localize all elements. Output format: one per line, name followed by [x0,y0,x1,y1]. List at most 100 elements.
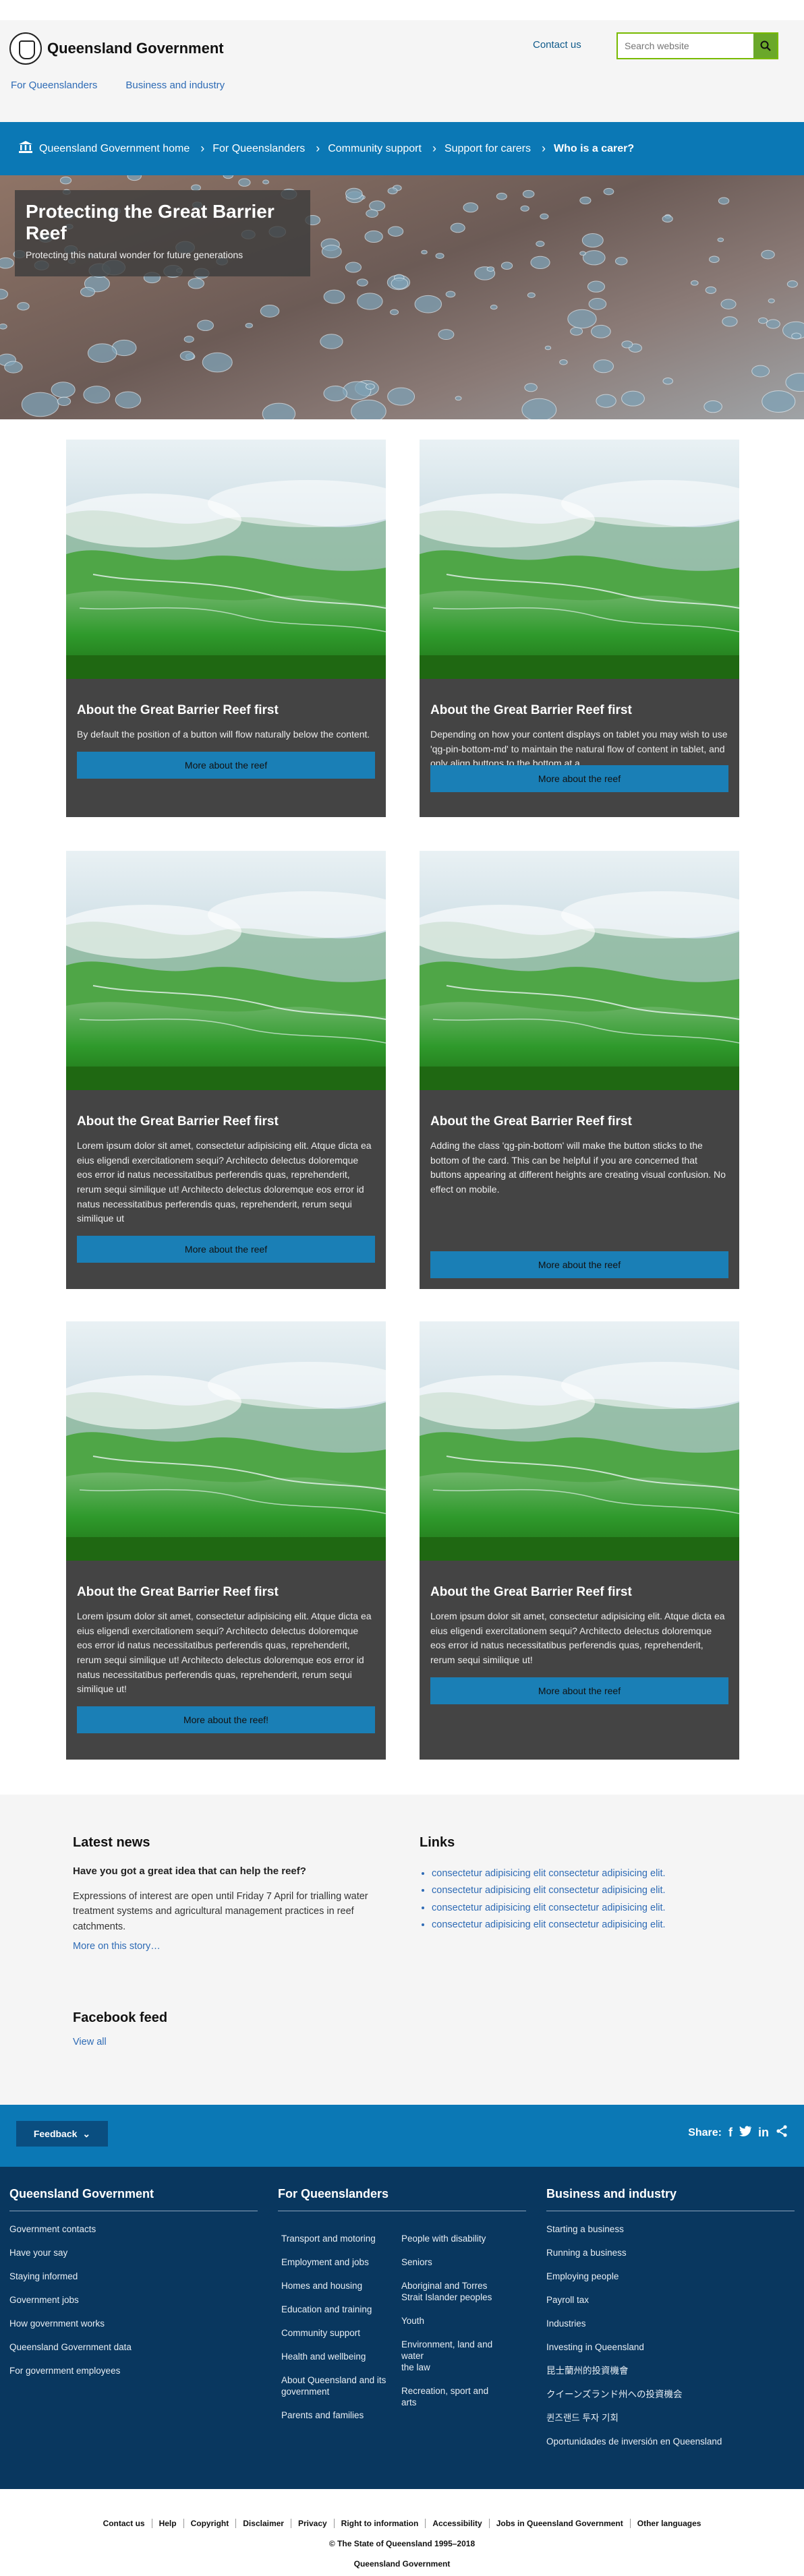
link-item[interactable]: consectetur adipisicing elit consectetur… [432,1865,730,1882]
hero-banner: Protecting the Great Barrier Reef Protec… [0,175,804,419]
footer-link[interactable]: For government employees [9,2365,258,2376]
footer-link[interactable]: Running a business [546,2247,795,2258]
water-droplet [197,320,214,331]
facebook-icon[interactable]: f [728,2126,733,2140]
footer-link[interactable]: Government contacts [9,2223,258,2235]
footer-link[interactable]: Staying informed [9,2271,258,2282]
water-droplet [223,175,234,179]
card-text: Lorem ipsum dolor sit amet, consectetur … [430,1611,725,1666]
footer-link[interactable]: 퀸즈랜드 투자 기회 [546,2412,795,2424]
linkedin-icon[interactable]: in [758,2126,769,2140]
link-item[interactable]: consectetur adipisicing elit consectetur… [432,1917,730,1934]
water-droplet [345,262,362,273]
bottom-link-disclaimer[interactable]: Disclaimer [236,2519,291,2528]
water-droplet [0,289,8,300]
footer-link[interactable]: Investing in Queensland [546,2341,795,2353]
footer-link[interactable]: Aboriginal and Torres Strait Islander pe… [401,2280,502,2303]
bottom-link-help[interactable]: Help [152,2519,184,2528]
twitter-icon[interactable] [739,2126,751,2140]
link-item[interactable]: consectetur adipisicing elit consectetur… [432,1900,730,1917]
footer-link[interactable]: Parents and families [281,2409,396,2421]
footer-link[interactable]: Youth [401,2315,502,2327]
water-droplet [435,253,444,260]
bottom-link-jobs[interactable]: Jobs in Queensland Government [490,2519,631,2528]
bottom-link-rti[interactable]: Right to information [335,2519,426,2528]
site-header: Queensland Government Contact us For Que… [0,20,804,122]
water-droplet [766,319,780,329]
nav-for-queenslanders[interactable]: For Queenslanders [11,80,97,91]
footer-link[interactable]: Education and training [281,2304,396,2315]
footer-link[interactable]: クイーンズランド州への投資機会 [546,2389,795,2400]
water-droplet [202,352,233,373]
more-on-story-link[interactable]: More on this story… [73,1941,383,1952]
footer-link[interactable]: Community support [281,2327,396,2339]
footer-link[interactable]: Payroll tax [546,2294,795,2306]
search-button[interactable] [753,34,777,58]
share-icon[interactable] [776,2125,788,2140]
news-question: Have you got a great idea that can help … [73,1865,306,1877]
card-title: About the Great Barrier Reef first [77,1585,279,1599]
water-droplet [621,390,645,407]
more-about-reef-button[interactable]: More about the reef [430,765,728,792]
card-image-green-valley [420,851,739,1090]
water-droplet [705,286,717,294]
footer-link[interactable]: Industries [546,2318,795,2329]
site-logo[interactable]: Queensland Government [9,32,224,65]
bottom-link-copyright[interactable]: Copyright [184,2519,237,2528]
footer-link[interactable]: Queensland Government data [9,2341,258,2353]
footer-link[interactable]: Government jobs [9,2294,258,2306]
breadcrumb-for-queenslanders[interactable]: For Queenslanders [212,143,305,155]
footer-link[interactable]: the law [401,2362,502,2373]
feedback-share-bar: Feedback ⌄ Share: f in [0,2105,804,2167]
card-title: About the Great Barrier Reef first [77,1114,279,1129]
more-about-reef-button[interactable]: More about the reef [77,1236,375,1263]
hero-title: Protecting the Great Barrier Reef [26,201,275,244]
footer-org-name: Queensland Government [353,2559,451,2569]
view-all-link[interactable]: View all [73,2037,167,2047]
footer-link[interactable]: Health and wellbeing [281,2351,396,2362]
footer-link[interactable]: Environment, land and water [401,2339,502,2362]
footer-link[interactable]: People with disability [401,2233,502,2244]
more-about-reef-button[interactable]: More about the reef [77,751,375,779]
card-text: Lorem ipsum dolor sit amet, consectetur … [77,1611,372,1695]
footer-link[interactable]: About Queensland and its government [281,2374,396,2397]
footer-link[interactable]: Employing people [546,2271,795,2282]
footer-link[interactable]: Employment and jobs [281,2256,396,2268]
water-droplet [596,394,616,408]
water-droplet [662,378,673,385]
bottom-link-accessibility[interactable]: Accessibility [426,2519,490,2528]
footer-link[interactable]: Homes and housing [281,2280,396,2292]
contact-us-link[interactable]: Contact us [533,39,581,51]
breadcrumb-home[interactable]: Queensland Government home [39,143,190,155]
footer-link[interactable]: Seniors [401,2256,502,2268]
nav-business-industry[interactable]: Business and industry [125,80,225,91]
water-droplet [463,202,479,213]
facebook-feed-heading: Facebook feed [73,2010,168,2025]
breadcrumb-community-support[interactable]: Community support [328,143,422,155]
footer-link[interactable]: Have your say [9,2247,258,2258]
footer-link[interactable]: Oportunidades de inversión en Queensland [546,2436,795,2447]
footer-link[interactable]: Transport and motoring [281,2233,396,2244]
footer-link[interactable]: Recreation, sport and arts [401,2385,502,2408]
footer-link[interactable]: 昆士蘭州的投資機會 [546,2365,795,2376]
water-droplet [567,309,597,329]
footer-link[interactable]: How government works [9,2318,258,2329]
water-droplet [704,400,722,413]
more-about-reef-button[interactable]: More about the reef! [77,1706,375,1734]
link-item[interactable]: consectetur adipisicing elit consectetur… [432,1882,730,1899]
bottom-link-languages[interactable]: Other languages [631,2519,708,2528]
share-group: Share: f in [688,2125,788,2140]
water-droplet [496,192,507,200]
feedback-button[interactable]: Feedback ⌄ [16,2121,108,2147]
home-icon [19,141,32,156]
more-about-reef-button[interactable]: More about the reef [430,1677,728,1704]
search-input[interactable] [618,34,753,58]
breadcrumb-support-for-carers[interactable]: Support for carers [444,143,531,155]
bottom-link-privacy[interactable]: Privacy [291,2519,335,2528]
footer-link[interactable]: Starting a business [546,2223,795,2235]
water-droplet [762,390,796,413]
card: About the Great Barrier Reef first Lorem… [420,1321,739,1760]
more-about-reef-button[interactable]: More about the reef [430,1251,728,1278]
chevron-right-icon: › [316,142,320,155]
bottom-link-contact[interactable]: Contact us [96,2519,152,2528]
